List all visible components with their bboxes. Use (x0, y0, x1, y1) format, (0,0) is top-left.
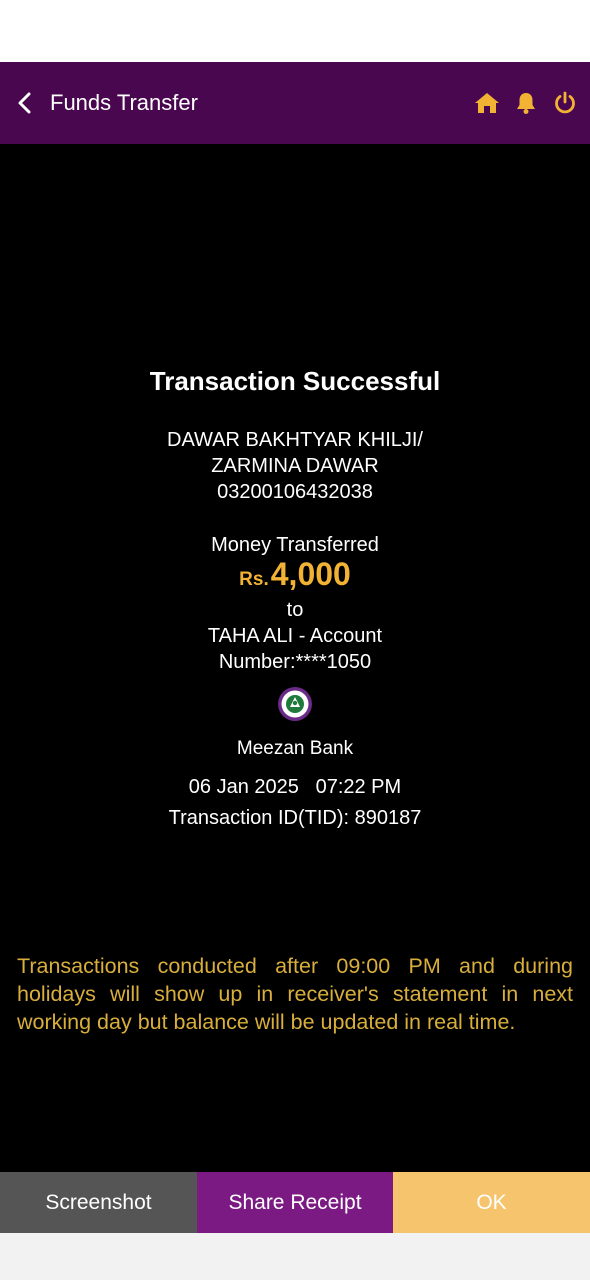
transaction-date: 06 Jan 2025 (188, 776, 299, 798)
to-label: to (286, 599, 304, 621)
back-button[interactable] (8, 84, 42, 122)
chevron-left-icon (18, 92, 31, 114)
action-bar: Screenshot Share Receipt OK (0, 1172, 590, 1233)
home-button[interactable] (474, 90, 500, 116)
sender-account-number: 03200106432038 (217, 481, 373, 503)
transfer-amount: Rs. 4,000 (0, 556, 590, 593)
share-receipt-button[interactable]: Share Receipt (197, 1172, 393, 1233)
screenshot-button[interactable]: Screenshot (0, 1172, 197, 1233)
transaction-time: 07:22 PM (315, 776, 402, 798)
transaction-datetime: 06 Jan 2025 07:22 PM (0, 774, 590, 800)
bell-icon (517, 93, 535, 114)
power-icon (555, 91, 575, 114)
recipient-line1: TAHA ALI - Account (207, 625, 383, 647)
sender-name-line1: DAWAR BAKHTYAR KHILJI/ (167, 429, 423, 451)
money-transferred-label: Money Transferred (211, 534, 379, 556)
amount-value: 4,000 (270, 556, 351, 592)
ok-button[interactable]: OK (393, 1172, 590, 1233)
processing-notice: Transactions conducted after 09:00 PM an… (17, 954, 573, 1034)
currency-label: Rs. (239, 569, 269, 590)
header-actions (474, 62, 578, 144)
logout-button[interactable] (552, 90, 578, 116)
bank-name: Meezan Bank (236, 738, 354, 759)
bottom-safe-area (0, 1233, 590, 1280)
app-header: Funds Transfer (0, 62, 590, 144)
receipt-content: Transaction Successful DAWAR BAKHTYAR KH… (0, 144, 590, 1172)
recipient-line2: Number:****1050 (218, 651, 372, 673)
page-title: Funds Transfer (50, 90, 198, 115)
status-bar-area (0, 0, 590, 62)
transaction-status-title: Transaction Successful (149, 366, 441, 396)
meezan-bank-logo-icon (277, 686, 313, 722)
notifications-button[interactable] (513, 90, 539, 116)
sender-name-line2: ZARMINA DAWAR (211, 455, 379, 477)
home-icon (475, 93, 499, 113)
transaction-id: Transaction ID(TID): 890187 (168, 807, 422, 829)
